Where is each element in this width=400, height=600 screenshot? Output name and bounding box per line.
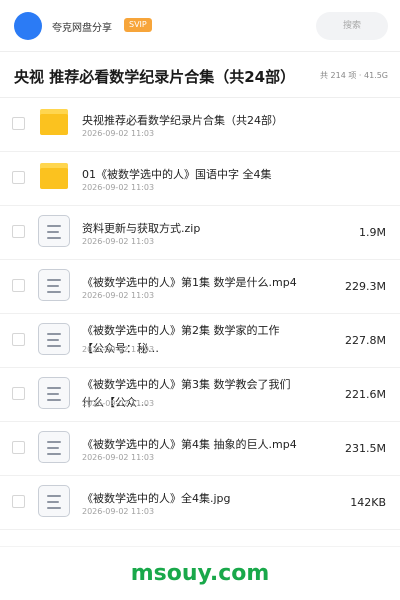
title-bar: 央视 推荐必看数学纪录片合集（共24部） 共 214 项 · 41.5G: [0, 52, 400, 98]
document-icon: [38, 215, 70, 247]
file-row[interactable]: 资料更新与获取方式.zip 2026-09-02 11:03 1.9M: [0, 206, 400, 260]
file-size: 221.6M: [345, 388, 386, 401]
page-title: 央视 推荐必看数学纪录片合集（共24部）: [14, 68, 296, 86]
file-date: 2026-09-02 11:03: [82, 183, 155, 192]
folder-row[interactable]: 01《被数学选中的人》国语中字 全4集 2026-09-02 11:03: [0, 152, 400, 206]
item-count-summary: 共 214 项 · 41.5G: [320, 71, 388, 80]
select-checkbox[interactable]: [12, 225, 25, 238]
file-row[interactable]: 《被数学选中的人》第4集 抽象的巨人.mp4 2026-09-02 11:03 23…: [0, 422, 400, 476]
folder-icon: [40, 163, 68, 189]
file-date: 2026-09-02 11:03: [82, 291, 155, 300]
document-icon: [38, 323, 70, 355]
select-checkbox[interactable]: [12, 495, 25, 508]
top-header: 夸克网盘分享 SVIP: [0, 0, 400, 52]
file-row[interactable]: 《被数学选中的人》第3集 数学教会了我们什么【公众… 2026-09-02 11:…: [0, 368, 400, 422]
watermark-text: msouy.com: [130, 561, 270, 586]
file-size: 227.8M: [345, 334, 386, 347]
select-checkbox[interactable]: [12, 333, 25, 346]
select-checkbox[interactable]: [12, 171, 25, 184]
select-checkbox[interactable]: [12, 279, 25, 292]
file-date: 2026-09-02 11:03: [82, 345, 155, 354]
file-size: 142KB: [350, 496, 386, 509]
file-size: 229.3M: [345, 280, 386, 293]
document-icon: [38, 485, 70, 517]
file-name[interactable]: 央视推荐必看数学纪录片合集（共24部）: [82, 112, 283, 128]
file-date: 2026-09-02 11:03: [82, 399, 155, 408]
file-row[interactable]: 《被数学选中的人》第2集 数学家的工作【公众号：秘… 2026-09-02 11:…: [0, 314, 400, 368]
file-name[interactable]: 《被数学选中的人》第4集 抽象的巨人.mp4: [82, 436, 297, 452]
file-list: 央视推荐必看数学纪录片合集（共24部） 2026-09-02 11:03 01《被数…: [0, 98, 400, 530]
file-name[interactable]: 《被数学选中的人》全4集.jpg: [82, 490, 231, 506]
file-row[interactable]: 《被数学选中的人》全4集.jpg 2026-09-02 11:03 142KB: [0, 476, 400, 530]
avatar[interactable]: [14, 12, 42, 40]
file-name[interactable]: 《被数学选中的人》第1集 数学是什么.mp4: [82, 274, 297, 290]
folder-row[interactable]: 央视推荐必看数学纪录片合集（共24部） 2026-09-02 11:03: [0, 98, 400, 152]
select-checkbox[interactable]: [12, 441, 25, 454]
folder-icon: [40, 109, 68, 135]
footer: msouy.com: [0, 546, 400, 600]
file-date: 2026-09-02 11:03: [82, 507, 155, 516]
select-checkbox[interactable]: [12, 117, 25, 130]
file-row[interactable]: 《被数学选中的人》第1集 数学是什么.mp4 2026-09-02 11:03 22…: [0, 260, 400, 314]
document-icon: [38, 377, 70, 409]
search-input[interactable]: [316, 12, 388, 40]
file-size: 1.9M: [359, 226, 386, 239]
file-date: 2026-09-02 11:03: [82, 453, 155, 462]
select-checkbox[interactable]: [12, 387, 25, 400]
document-icon: [38, 269, 70, 301]
document-icon: [38, 431, 70, 463]
svip-badge: SVIP: [124, 18, 152, 32]
file-date: 2026-09-02 11:03: [82, 237, 155, 246]
file-name[interactable]: 资料更新与获取方式.zip: [82, 220, 200, 236]
file-date: 2026-09-02 11:03: [82, 129, 155, 138]
share-owner-name: 夸克网盘分享: [52, 23, 112, 34]
file-name[interactable]: 01《被数学选中的人》国语中字 全4集: [82, 166, 272, 182]
file-size: 231.5M: [345, 442, 386, 455]
